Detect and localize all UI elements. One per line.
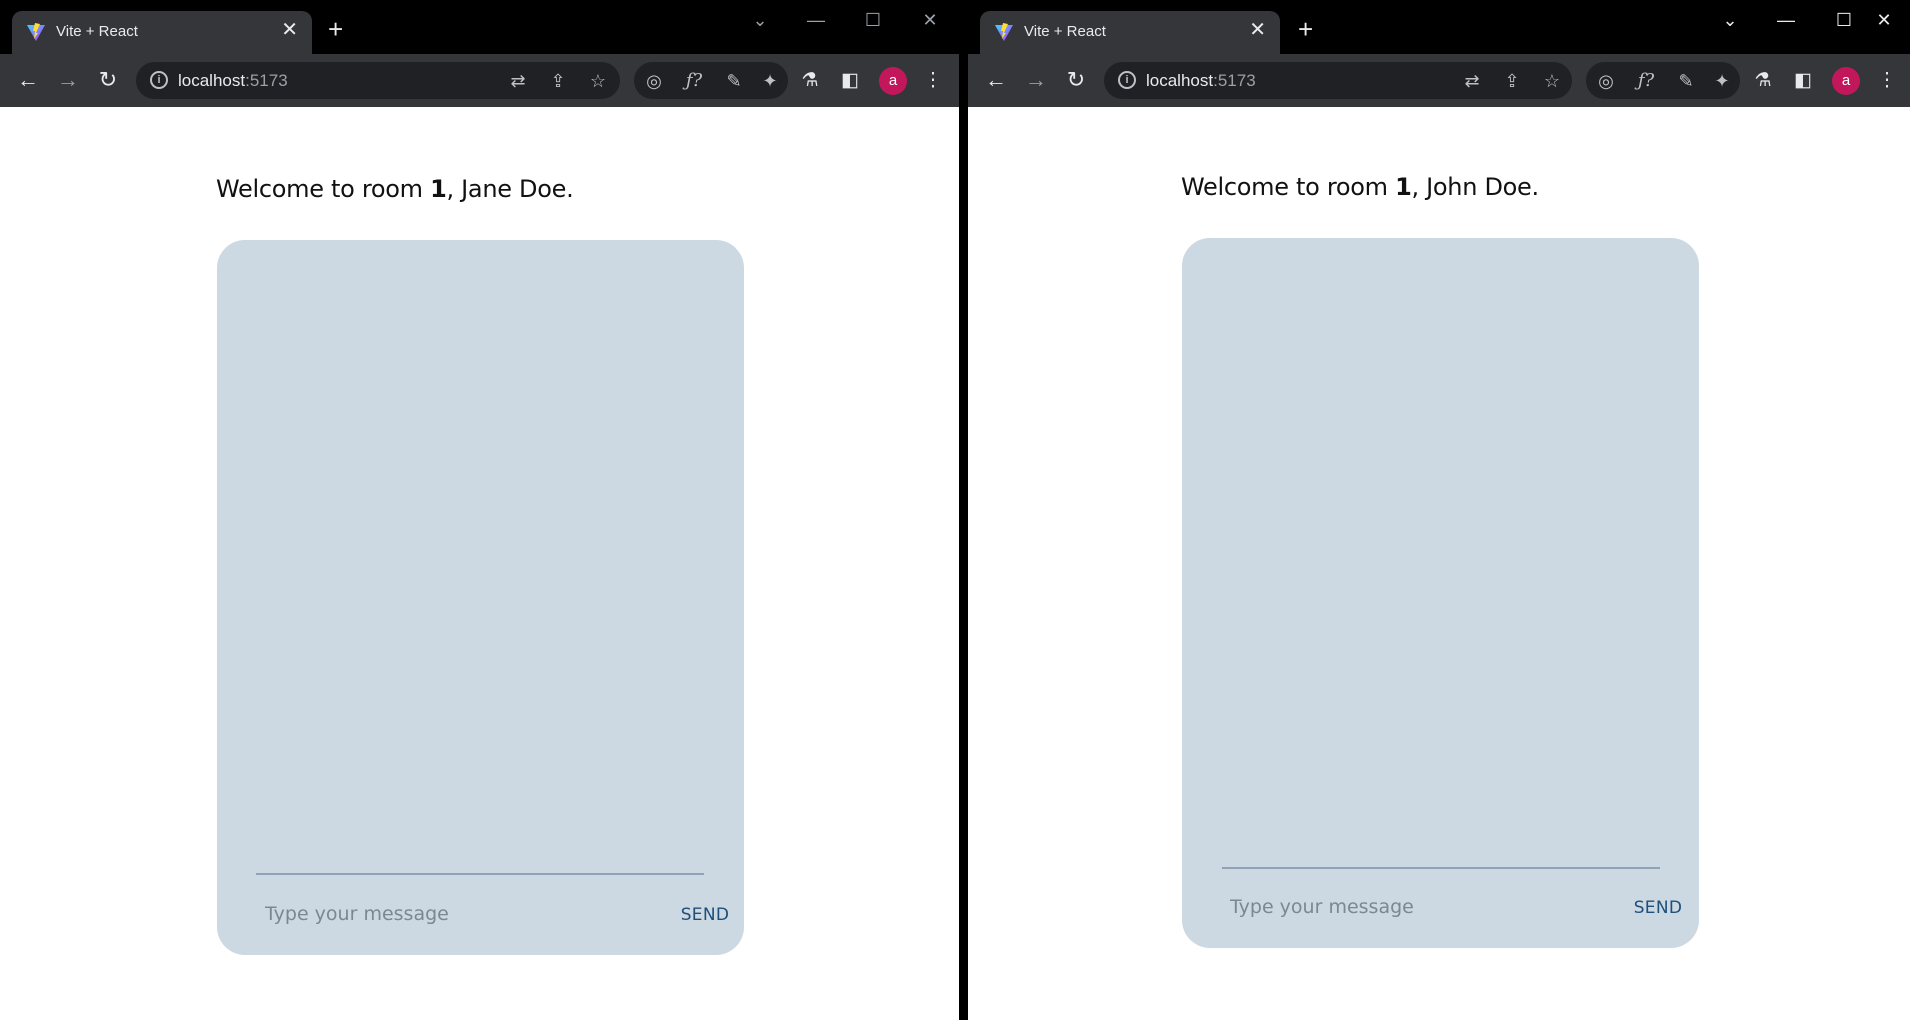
maximize-icon[interactable]: ☐	[853, 8, 893, 32]
tab-strip: Vite + React ✕ + ⌄ — ☐ ✕	[968, 0, 1910, 54]
function-extension-icon[interactable]: ƒ?	[682, 69, 706, 93]
translate-icon[interactable]: ⇄	[506, 69, 530, 93]
send-button[interactable]: SEND	[675, 900, 735, 930]
side-panel-icon[interactable]: ◧	[837, 68, 863, 94]
star-icon[interactable]: ☆	[586, 69, 610, 93]
url-port: :5173	[245, 71, 288, 90]
close-window-icon[interactable]: ✕	[910, 8, 950, 32]
url-host: localhost	[178, 71, 246, 90]
minimize-icon[interactable]: —	[796, 8, 836, 32]
greeting-separator: ,	[446, 175, 462, 203]
user-name: John Doe	[1426, 173, 1532, 201]
maximize-icon[interactable]: ☐	[1824, 8, 1864, 32]
browser-chrome: Vite + React ✕ + ⌄ — ☐ ✕ ← → ↻ i localho…	[968, 0, 1910, 107]
url-text: localhost:5173	[178, 71, 288, 91]
url-host: localhost	[1146, 71, 1214, 90]
chat-panel: SEND	[1182, 238, 1699, 948]
star-icon[interactable]: ☆	[1540, 69, 1564, 93]
message-divider	[1222, 867, 1660, 869]
browser-window-right: Vite + React ✕ + ⌄ — ☐ ✕ ← → ↻ i localho…	[968, 0, 1910, 1020]
kebab-menu-icon[interactable]: ⋮	[920, 68, 946, 94]
page-content: Welcome to room 1, Jane Doe. SEND	[0, 107, 959, 1020]
minimize-icon[interactable]: —	[1766, 8, 1806, 32]
forward-button[interactable]: →	[1020, 64, 1052, 96]
browser-window-left: Vite + React ✕ + ⌄ — ☐ ✕ ← → ↻ i localho…	[0, 0, 959, 1020]
url-port: :5173	[1213, 71, 1256, 90]
new-tab-button[interactable]: +	[1298, 16, 1313, 42]
forward-button[interactable]: →	[52, 64, 84, 96]
edit-extension-icon[interactable]: ✎	[722, 69, 746, 93]
translate-icon[interactable]: ⇄	[1460, 69, 1484, 93]
back-button[interactable]: ←	[980, 64, 1012, 96]
close-window-icon[interactable]: ✕	[1864, 8, 1904, 32]
room-number: 1	[430, 175, 447, 203]
tab-title: Vite + React	[1024, 23, 1106, 40]
vite-logo-icon	[995, 23, 1013, 41]
flask-icon[interactable]: ⚗	[797, 68, 823, 94]
back-button[interactable]: ←	[12, 64, 44, 96]
edit-extension-icon[interactable]: ✎	[1674, 69, 1698, 93]
greeting-suffix: .	[566, 175, 574, 203]
avatar[interactable]: a	[1832, 67, 1860, 95]
tab-search-icon[interactable]: ⌄	[740, 8, 780, 32]
greeting-suffix: .	[1531, 173, 1539, 201]
chat-panel: SEND	[217, 240, 744, 955]
avatar[interactable]: a	[879, 67, 907, 95]
address-bar[interactable]: i localhost:5173 ⇄ ⇪ ☆	[136, 62, 620, 99]
extension-group: ◎ ƒ? ✎ ✦	[634, 62, 788, 99]
welcome-heading: Welcome to room 1, Jane Doe.	[216, 175, 574, 203]
reload-button[interactable]: ↻	[1060, 64, 1092, 96]
send-button[interactable]: SEND	[1628, 893, 1688, 923]
puzzle-icon[interactable]: ✦	[758, 69, 782, 93]
share-icon[interactable]: ⇪	[546, 69, 570, 93]
share-icon[interactable]: ⇪	[1500, 69, 1524, 93]
function-extension-icon[interactable]: ƒ?	[1634, 69, 1658, 93]
address-bar[interactable]: i localhost:5173 ⇄ ⇪ ☆	[1104, 62, 1572, 99]
browser-toolbar: ← → ↻ i localhost:5173 ⇄ ⇪ ☆ ◎ ƒ? ✎ ✦ ⚗ …	[0, 54, 959, 107]
side-panel-icon[interactable]: ◧	[1790, 68, 1816, 94]
target-extension-icon[interactable]: ◎	[1594, 69, 1618, 93]
browser-chrome: Vite + React ✕ + ⌄ — ☐ ✕ ← → ↻ i localho…	[0, 0, 959, 107]
message-divider	[256, 873, 704, 875]
welcome-heading: Welcome to room 1, John Doe.	[1181, 173, 1539, 201]
close-tab-icon[interactable]: ✕	[1249, 20, 1266, 40]
browser-tab[interactable]: Vite + React ✕	[12, 11, 312, 54]
extension-group: ◎ ƒ? ✎ ✦	[1586, 62, 1740, 99]
reload-button[interactable]: ↻	[92, 64, 124, 96]
page-content: Welcome to room 1, John Doe. SEND	[968, 107, 1910, 1020]
url-text: localhost:5173	[1146, 71, 1256, 91]
vite-logo-icon	[27, 23, 45, 41]
room-number: 1	[1395, 173, 1412, 201]
greeting-separator: ,	[1411, 173, 1427, 201]
close-tab-icon[interactable]: ✕	[281, 20, 298, 40]
puzzle-icon[interactable]: ✦	[1710, 69, 1734, 93]
info-icon[interactable]: i	[1118, 71, 1136, 89]
info-icon[interactable]: i	[150, 71, 168, 89]
kebab-menu-icon[interactable]: ⋮	[1874, 68, 1900, 94]
new-tab-button[interactable]: +	[328, 16, 343, 42]
user-name: Jane Doe	[461, 175, 567, 203]
tab-strip: Vite + React ✕ + ⌄ — ☐ ✕	[0, 0, 959, 54]
message-input[interactable]	[265, 894, 645, 934]
greeting-prefix: Welcome to room	[1181, 173, 1396, 201]
browser-toolbar: ← → ↻ i localhost:5173 ⇄ ⇪ ☆ ◎ ƒ? ✎ ✦ ⚗ …	[968, 54, 1910, 107]
tab-title: Vite + React	[56, 23, 138, 40]
tab-search-icon[interactable]: ⌄	[1710, 8, 1750, 32]
flask-icon[interactable]: ⚗	[1750, 68, 1776, 94]
target-extension-icon[interactable]: ◎	[642, 69, 666, 93]
greeting-prefix: Welcome to room	[216, 175, 431, 203]
browser-tab[interactable]: Vite + React ✕	[980, 11, 1280, 54]
message-input[interactable]	[1230, 887, 1610, 927]
